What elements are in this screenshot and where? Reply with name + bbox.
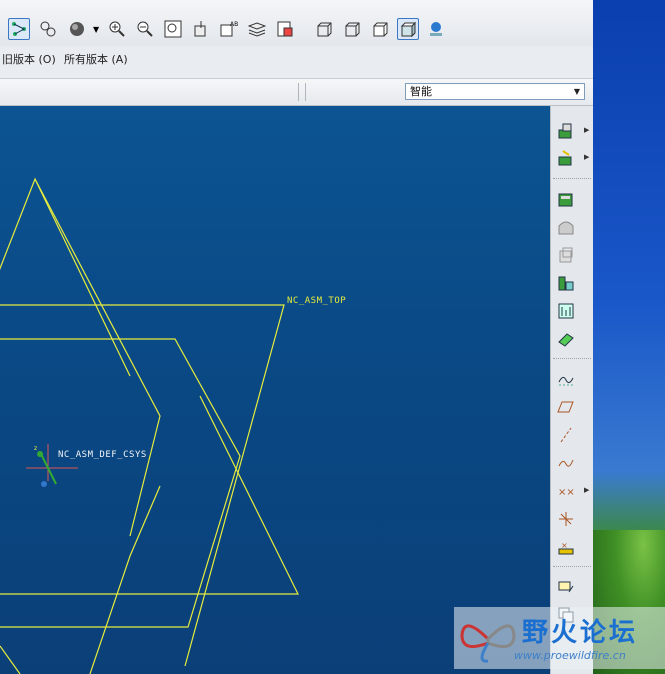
no-hidden-icon[interactable] (369, 18, 391, 40)
refit-icon[interactable] (162, 18, 184, 40)
divider (553, 178, 591, 179)
datum-axis-icon[interactable] (37, 18, 59, 40)
shading-icon[interactable] (66, 18, 88, 40)
butterfly-logo-icon (460, 624, 516, 663)
solid-icon[interactable] (555, 216, 577, 238)
datum-plane-icon[interactable] (555, 396, 577, 418)
rib-icon[interactable] (555, 272, 577, 294)
graphics-window[interactable]: z NC_ASM_TOP NC_ASM_DEF_CSYS (0, 106, 550, 674)
shell-icon[interactable] (555, 244, 577, 266)
mfg-setup-icon[interactable]: ▶ (555, 147, 589, 169)
datum-curve-icon[interactable] (555, 368, 577, 390)
filter-select-value: 智能 (410, 85, 432, 98)
divider (553, 566, 591, 567)
menu-all-versions[interactable]: 所有版本 (A) (64, 51, 128, 67)
datum-triangle-down-left (0, 395, 299, 595)
zoom-out-icon[interactable] (134, 18, 156, 40)
watermark-title: 野火论坛 (522, 618, 639, 648)
reorient-icon[interactable] (190, 18, 212, 40)
label-nc-asm-top: NC_ASM_TOP (287, 296, 347, 306)
svg-text:××: ×× (558, 487, 575, 498)
feature-icon[interactable] (555, 576, 577, 598)
datum-point-icon[interactable]: ×× ▶ (555, 480, 589, 502)
app-window: ▼ AB 旧版本 (O) 所有版本 (A) 智能 ▼ z NC_ASM_TOP … (0, 0, 665, 674)
zoom-in-icon[interactable] (106, 18, 128, 40)
csys-icon[interactable] (555, 508, 577, 530)
chamfer-icon[interactable] (555, 328, 577, 350)
desktop-background (593, 0, 665, 674)
chevron-down-icon[interactable]: ▼ (93, 25, 99, 34)
saved-views-icon[interactable]: AB (218, 18, 240, 40)
view-manager-icon[interactable] (274, 18, 296, 40)
filter-bar: 智能 ▼ (0, 78, 593, 106)
datum-axis-icon[interactable] (555, 424, 577, 446)
watermark-url: www.proewildfire.cn (514, 649, 626, 662)
wireframe-icon[interactable] (313, 18, 335, 40)
svg-text:×: × (561, 541, 568, 550)
main-toolbar: ▼ AB (0, 0, 593, 46)
feature-toolbar: ▶ ▶ ×× ▶ × (550, 106, 593, 674)
datum-line-b (0, 645, 21, 674)
hidden-line-icon[interactable] (341, 18, 363, 40)
chevron-down-icon[interactable]: ▼ (574, 84, 580, 99)
datum-line-c (89, 485, 161, 674)
assemble-icon[interactable]: ▶ (555, 120, 589, 142)
model-tree-icon[interactable] (425, 18, 447, 40)
sketch-curve-icon[interactable] (555, 452, 577, 474)
menu-old-versions[interactable]: 旧版本 (O) (2, 51, 56, 67)
version-menu: 旧版本 (O) 所有版本 (A) (0, 46, 593, 70)
divider (553, 358, 591, 359)
shaded-icon[interactable] (397, 18, 419, 40)
filter-select[interactable]: 智能 ▼ (405, 83, 585, 100)
svg-text:AB: AB (230, 21, 238, 28)
svg-text:z: z (34, 445, 37, 452)
datum-triangle-up (0, 177, 131, 377)
analysis-icon[interactable]: × (555, 536, 577, 558)
watermark: 野火论坛 www.proewildfire.cn (454, 607, 665, 669)
label-nc-asm-def-csys: NC_ASM_DEF_CSYS (58, 450, 147, 460)
pattern-icon[interactable] (555, 300, 577, 322)
divider (305, 83, 306, 101)
datum-display-icon[interactable] (8, 18, 30, 40)
workpiece-icon[interactable] (555, 188, 577, 210)
divider (298, 83, 299, 101)
layers-icon[interactable] (246, 18, 268, 40)
datum-geometry: z (0, 177, 299, 674)
datum-line-a (34, 178, 161, 537)
